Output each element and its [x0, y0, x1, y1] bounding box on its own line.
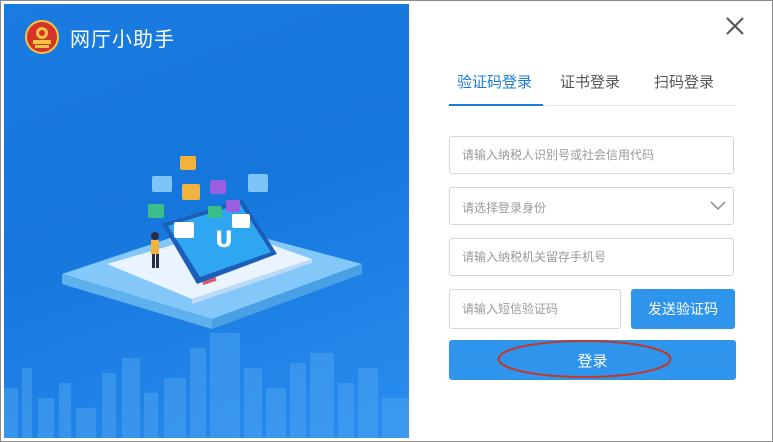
close-icon[interactable] [723, 14, 747, 38]
chevron-down-icon [710, 201, 726, 211]
app-title: 网厅小助手 [70, 26, 175, 51]
login-method-tabs: 验证码登录 证书登录 扫码登录 [449, 63, 736, 106]
sms-code-input[interactable] [450, 290, 620, 328]
tab-sms-login[interactable]: 验证码登录 [457, 71, 532, 92]
send-code-button[interactable]: 发送验证码 [631, 289, 735, 329]
sms-code-field [449, 289, 621, 329]
active-tab-indicator [449, 104, 543, 106]
phone-field [449, 238, 734, 276]
login-button[interactable]: 登录 [449, 340, 736, 380]
branding-panel: 网厅小助手 U [4, 4, 409, 438]
svg-text:U: U [215, 228, 233, 253]
taxpayer-id-field [449, 136, 734, 174]
city-skyline-graphic [4, 333, 409, 438]
taxpayer-id-input[interactable] [450, 137, 733, 173]
tab-qrcode-login[interactable]: 扫码登录 [654, 71, 714, 92]
tax-emblem-icon [25, 20, 59, 54]
app-header: 网厅小助手 [24, 19, 175, 55]
identity-select[interactable]: 请选择登录身份 [449, 187, 734, 225]
tab-certificate-login[interactable]: 证书登录 [560, 71, 620, 92]
identity-select-placeholder: 请选择登录身份 [462, 201, 547, 215]
login-window: 网厅小助手 U 验证码登录 证书登录 扫码登录 请输入纳税人识别号或社会信用代码… [0, 0, 773, 442]
phone-input[interactable] [450, 239, 733, 275]
laptop-cloud-illustration: U [62, 156, 362, 329]
